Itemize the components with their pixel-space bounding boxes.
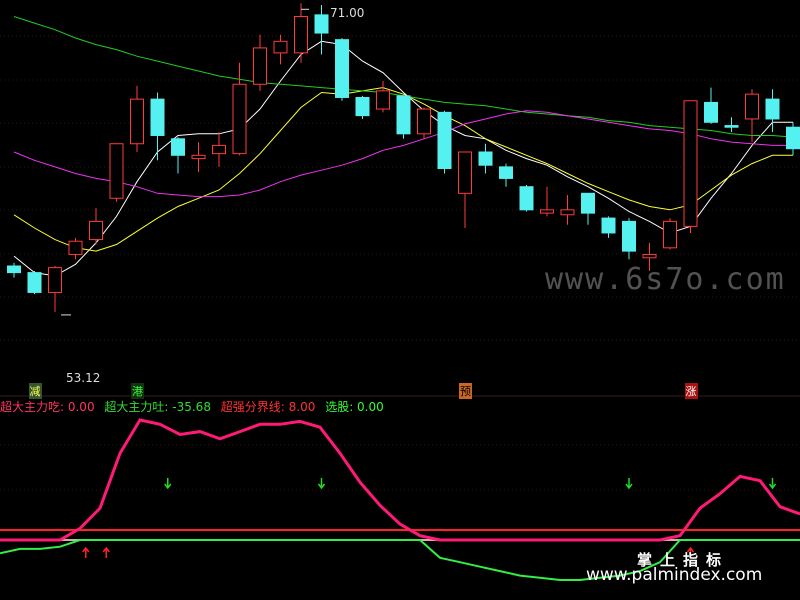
candle-up [683, 100, 698, 227]
candle-up [294, 16, 308, 54]
candle-down [704, 101, 718, 123]
min-price-label: 53.12 [66, 371, 100, 385]
signal-label: 涨 [684, 383, 698, 399]
candle-up [745, 93, 759, 120]
candle-down [601, 217, 616, 234]
signal-label: 减 [28, 383, 42, 399]
candle-down [150, 98, 165, 136]
candle-up [191, 154, 206, 160]
max-price-label: 71.00 [330, 6, 364, 20]
candle-down [437, 111, 452, 170]
candle-down [27, 272, 42, 293]
legend-chi: 超大主力吃: 0.00 [0, 400, 95, 414]
candle-down [396, 95, 411, 135]
signal-label: 预 [459, 383, 472, 399]
candle-up [560, 209, 575, 216]
candle-down [7, 265, 21, 274]
candle-down [478, 151, 493, 166]
candle-down [499, 166, 513, 179]
legend-boundary: 超强分界线: 8.00 [220, 400, 316, 414]
indicator-legend: 超大主力吃: 0.00 超大主力吐: -35.68 超强分界线: 8.00 选股… [0, 398, 390, 415]
watermark-url: www.palmindex.com [586, 565, 763, 585]
candle-up [68, 240, 83, 255]
candle-down [622, 220, 636, 252]
legend-tu: 超大主力吐: -35.68 [104, 400, 211, 414]
candle-up [253, 47, 267, 85]
candle-up [376, 90, 390, 110]
candle-up [417, 108, 431, 135]
candle-down [724, 125, 739, 128]
candle-up [212, 144, 226, 155]
candle-up [89, 220, 103, 241]
candle-up [130, 98, 144, 145]
chi-line [0, 418, 800, 542]
candle-up [232, 83, 247, 155]
candle-down [581, 192, 595, 214]
candle-down [314, 14, 329, 34]
max-price-text: 71.00 [330, 6, 365, 20]
candle-up [48, 267, 62, 293]
candle-down [171, 138, 185, 156]
candle-up [273, 40, 288, 54]
candle-up [109, 143, 124, 199]
stock-chart [0, 3, 800, 581]
candle-up [663, 220, 677, 249]
candle-down [519, 186, 534, 211]
signal-label: 港 [131, 383, 144, 399]
candle-up [540, 209, 554, 214]
watermark-site: www.6s7o.com [545, 262, 786, 297]
candle-down [355, 96, 370, 117]
legend-select: 选股: 0.00 [325, 400, 384, 414]
candle-down [335, 39, 349, 98]
min-price-text: 53.12 [66, 371, 101, 385]
candle-up [458, 151, 472, 194]
candle-down [786, 126, 800, 150]
candle-down [765, 98, 780, 120]
candle-up [642, 253, 657, 259]
